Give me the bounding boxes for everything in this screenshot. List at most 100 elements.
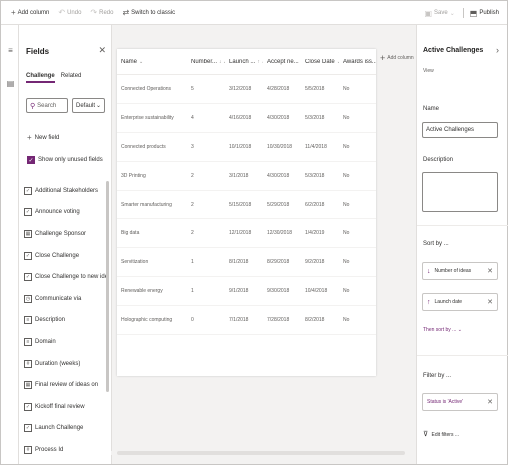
edit-filters-link[interactable]: ⊽ Edit filters ... bbox=[423, 430, 459, 438]
close-icon[interactable]: ✕ bbox=[98, 45, 106, 56]
table-cell: No bbox=[343, 230, 350, 237]
table-row[interactable]: Holographic computing 0 7/1/2018 7/28/2018 8… bbox=[117, 306, 376, 336]
search-input[interactable]: ⚲ Search bbox=[26, 98, 68, 113]
chevron-down-icon: ⌄ bbox=[139, 58, 144, 65]
field-item-label: Duration (weeks) bbox=[35, 360, 81, 367]
table-cell: Connected Operations bbox=[121, 85, 172, 92]
field-item[interactable]: ≡ Description bbox=[23, 310, 107, 332]
column-header[interactable]: Name ⌄ bbox=[117, 59, 187, 65]
field-item-label: Domain bbox=[35, 338, 56, 345]
hamburger-icon[interactable]: ≡ bbox=[5, 45, 16, 56]
plus-icon: + bbox=[11, 8, 16, 17]
column-header[interactable]: Number...↓ ⌄ bbox=[187, 59, 225, 65]
plus-icon: + bbox=[380, 53, 386, 63]
table-cell: 2 bbox=[191, 201, 194, 208]
fields-icon[interactable]: ▤ bbox=[5, 78, 16, 89]
view-grid: Name⌄Number...↓ ⌄Launch ...↑ ⌄Accept ne.… bbox=[117, 49, 376, 376]
field-item[interactable]: ◷ Communicate via bbox=[23, 288, 107, 310]
redo-button[interactable]: ↷ Redo bbox=[90, 8, 113, 17]
table-cell: No bbox=[343, 143, 350, 150]
close-icon[interactable]: ✕ bbox=[487, 267, 493, 275]
publish-icon: ⬒ bbox=[469, 8, 478, 18]
field-item[interactable]: # Process Id bbox=[23, 439, 107, 461]
then-sort-link[interactable]: Then sort by ... ⌄ bbox=[423, 327, 462, 333]
redo-label: Redo bbox=[99, 9, 114, 16]
field-item[interactable]: ✓ Kickoff final review bbox=[23, 396, 107, 418]
filter-icon: ⊽ bbox=[423, 431, 429, 438]
table-row[interactable]: Connected Operations 5 3/12/2018 4/28/2018 5… bbox=[117, 75, 376, 104]
fields-title: Fields bbox=[26, 47, 50, 56]
table-cell: 8/1/2018 bbox=[229, 259, 249, 266]
filter-item-status[interactable]: Status is 'Active' ✕ bbox=[422, 393, 498, 411]
field-filter-dropdown[interactable]: Default ⌄ bbox=[72, 98, 105, 113]
description-field[interactable] bbox=[422, 172, 498, 212]
sort-item-launch-date[interactable]: ↑ Launch date ✕ bbox=[422, 293, 498, 311]
horizontal-scrollbar[interactable] bbox=[111, 451, 411, 455]
table-cell: 4/16/2018 bbox=[229, 114, 252, 121]
save-button[interactable]: ▣ Save ⌄ bbox=[424, 9, 456, 18]
field-item[interactable]: ≡ Domain bbox=[23, 331, 107, 353]
table-cell: No bbox=[343, 114, 350, 121]
chevron-down-icon: ⌄ bbox=[449, 10, 455, 17]
table-row[interactable]: Servitization 1 8/1/2018 8/29/2018 9/2/2018 N… bbox=[117, 248, 376, 278]
table-cell: 3 bbox=[191, 143, 194, 150]
field-list: ✓ Additional Stakeholders ✓ Announce voting… bbox=[23, 180, 107, 464]
table-cell: 4/28/2018 bbox=[267, 85, 290, 92]
switch-classic-button[interactable]: ⇄ Switch to classic bbox=[122, 8, 175, 17]
switch-icon: ⇄ bbox=[122, 8, 130, 17]
table-row[interactable]: 3D Printing 2 3/1/2018 4/30/2018 5/3/2018 No bbox=[117, 162, 376, 191]
table-cell: 0 bbox=[191, 317, 194, 324]
field-item[interactable]: ✓ Launch Challenge bbox=[23, 418, 107, 440]
field-item-label: Launch Challenge bbox=[35, 425, 84, 432]
show-unused-checkbox[interactable]: ✓ Show only unused fields bbox=[27, 156, 103, 164]
chevron-right-icon[interactable]: › bbox=[496, 45, 499, 55]
table-cell: 5/5/2018 bbox=[305, 85, 325, 92]
calendar-icon: ▦ bbox=[24, 381, 32, 390]
column-header[interactable]: Launch ...↑ ⌄ bbox=[225, 59, 263, 65]
field-item[interactable]: ✓ Additional Stakeholders bbox=[23, 180, 107, 202]
view-title: Active Challenges bbox=[423, 47, 484, 54]
column-header[interactable]: Close Date ⌄ bbox=[301, 59, 339, 65]
add-column-button[interactable]: + Add column bbox=[11, 8, 49, 17]
field-item[interactable]: # Duration (weeks) bbox=[23, 353, 107, 375]
table-row[interactable]: Renewable energy 1 9/1/2018 9/30/2018 10/4/2… bbox=[117, 277, 376, 307]
field-item[interactable]: ▦ Challenge Sponsor bbox=[23, 223, 107, 245]
tab-related[interactable]: Related bbox=[61, 73, 82, 83]
tab-challenge[interactable]: Challenge bbox=[26, 73, 55, 83]
table-cell: 2 bbox=[191, 172, 194, 179]
scroll-thumb[interactable] bbox=[117, 451, 405, 455]
table-row[interactable]: Connected products 3 10/1/2018 10/30/2018 11… bbox=[117, 133, 376, 162]
field-item[interactable]: ▦ Final review of ideas on bbox=[23, 374, 107, 396]
sort-label: Sort by ... bbox=[423, 241, 449, 247]
table-cell: No bbox=[343, 317, 350, 324]
column-header[interactable]: Accept ne...⌄ bbox=[263, 59, 301, 65]
field-item[interactable]: ✓ Close Challenge bbox=[23, 245, 107, 267]
name-label: Name bbox=[423, 106, 440, 112]
sort-item-label: Number of ideas bbox=[434, 268, 472, 274]
table-cell: 8/29/2018 bbox=[267, 259, 290, 266]
table-row[interactable]: Enterprise sustainability 4 4/16/2018 4/30/… bbox=[117, 104, 376, 133]
new-field-button[interactable]: + New field bbox=[27, 133, 59, 142]
close-icon[interactable]: ✕ bbox=[487, 298, 493, 306]
fields-scrollbar[interactable] bbox=[106, 181, 109, 392]
filter-item-label: Status is 'Active' bbox=[427, 399, 464, 405]
checkbox-icon: ✓ bbox=[24, 186, 32, 195]
column-header-label: Accept ne... bbox=[267, 58, 299, 65]
grid-add-column-button[interactable]: + Add column bbox=[380, 53, 414, 63]
name-field[interactable]: Active Challenges bbox=[422, 122, 498, 138]
plus-icon: + bbox=[27, 133, 32, 142]
column-header[interactable]: Awards iss...⌄ bbox=[339, 59, 376, 65]
edit-filters-label: Edit filters ... bbox=[431, 432, 460, 438]
table-row[interactable]: Smarter manufacturing 2 5/15/2018 5/29/2018… bbox=[117, 191, 376, 220]
table-row[interactable]: Big data 2 12/1/2018 12/30/2018 1/4/2019 No bbox=[117, 219, 376, 249]
sort-item-label: Launch date bbox=[434, 299, 463, 305]
properties-panel: Active Challenges › View Name Active Cha… bbox=[416, 25, 508, 464]
switch-classic-label: Switch to classic bbox=[131, 9, 176, 16]
close-icon[interactable]: ✕ bbox=[487, 398, 493, 406]
sort-item-number-of-ideas[interactable]: ↓ Number of ideas ✕ bbox=[422, 262, 498, 280]
column-header-label: Awards iss... bbox=[343, 58, 376, 65]
field-item[interactable]: ✓ Announce voting bbox=[23, 202, 107, 224]
field-item[interactable]: ✓ Close Challenge to new ideas bbox=[23, 266, 107, 288]
publish-button[interactable]: ⬒ Publish bbox=[470, 9, 499, 18]
undo-button[interactable]: ↶ Undo bbox=[58, 8, 81, 17]
